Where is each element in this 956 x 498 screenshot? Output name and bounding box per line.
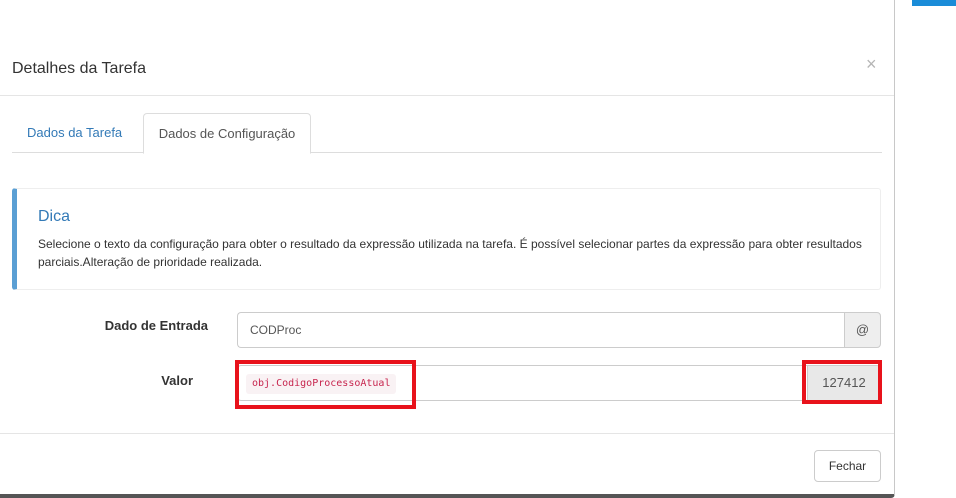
input-data-field[interactable]: CODProc: [237, 312, 844, 348]
value-group: obj.CodigoProcessoAtual 127412: [237, 365, 881, 401]
callout-title: Dica: [38, 208, 71, 225]
at-sign-addon[interactable]: @: [844, 312, 881, 348]
close-button[interactable]: Fechar: [814, 450, 881, 482]
page: ' Detalhes da Tarefa × Dados da Tarefa D…: [0, 0, 956, 498]
close-icon[interactable]: ×: [866, 55, 877, 73]
tab-dados-de-configuracao[interactable]: Dados de Configuração: [143, 113, 311, 154]
tab-dados-da-tarefa[interactable]: Dados da Tarefa: [12, 113, 137, 153]
tip-callout: Dica Selecione o texto da configuração p…: [12, 188, 881, 290]
callout-text: Selecione o texto da configuração para o…: [38, 237, 862, 269]
task-details-modal: Detalhes da Tarefa × Dados da Tarefa Dad…: [0, 0, 895, 498]
tab-bar: Dados da Tarefa Dados de Configuração: [12, 113, 882, 154]
value-result-addon: 127412: [807, 365, 881, 401]
expression-code[interactable]: obj.CodigoProcessoAtual: [246, 374, 397, 394]
background-accent-bar: [912, 0, 956, 6]
value-expression-field[interactable]: obj.CodigoProcessoAtual: [237, 365, 807, 401]
value-label: Valor: [161, 373, 193, 388]
modal-header: Detalhes da Tarefa ×: [0, 0, 894, 96]
modal-title: Detalhes da Tarefa: [12, 60, 147, 77]
modal-footer: Fechar: [0, 433, 894, 494]
input-data-label: Dado de Entrada: [104, 318, 208, 333]
input-data-group: CODProc @: [237, 312, 881, 348]
